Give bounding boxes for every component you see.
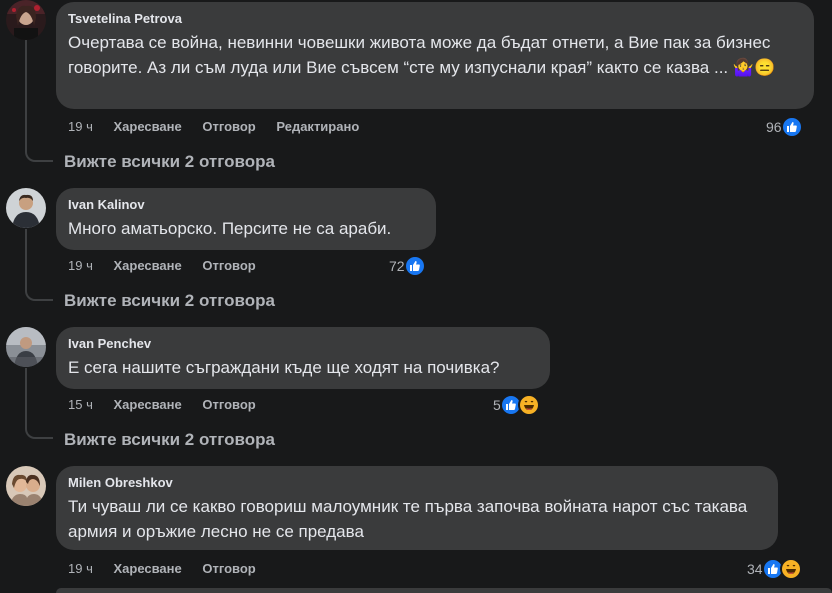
like-icon	[403, 255, 426, 277]
thread-curve	[25, 148, 53, 162]
view-replies-link[interactable]: Вижте всички 2 отговора	[64, 152, 275, 172]
avatar[interactable]	[6, 0, 46, 40]
comment-actions: 19 ч Харесване Отговор	[68, 561, 273, 577]
reaction-summary[interactable]: 5	[493, 394, 540, 416]
thread-line	[25, 368, 27, 426]
comment-text: Е сега нашите съграждани къде ще ходят н…	[68, 358, 500, 377]
comment-bubble: Ivan Kalinov Много аматьорско. Персите н…	[56, 188, 436, 250]
comment-author[interactable]: Tsvetelina Petrova	[68, 10, 802, 27]
reply-button[interactable]: Отговор	[202, 119, 255, 134]
reaction-count: 34	[747, 561, 763, 577]
reaction-summary[interactable]: 96	[766, 116, 803, 138]
reply-button[interactable]: Отговор	[202, 561, 255, 576]
reaction-count: 96	[766, 119, 782, 135]
avatar[interactable]	[6, 466, 46, 506]
reaction-summary[interactable]: 72	[389, 255, 426, 277]
comment-time[interactable]: 19 ч	[68, 119, 93, 134]
reaction-count: 72	[389, 258, 405, 274]
reply-button[interactable]: Отговор	[202, 258, 255, 273]
comment-actions: 15 ч Харесване Отговор	[68, 397, 273, 413]
comment-bubble: Ivan Penchev Е сега нашите съграждани къ…	[56, 327, 550, 389]
reply-button[interactable]: Отговор	[202, 397, 255, 412]
comment-time[interactable]: 15 ч	[68, 397, 93, 412]
avatar[interactable]	[6, 327, 46, 367]
thread-line	[25, 229, 27, 287]
like-button[interactable]: Харесване	[113, 561, 181, 576]
comment-bubble: Tsvetelina Petrova Очертава се война, не…	[56, 2, 814, 109]
comment-author[interactable]: Ivan Penchev	[68, 335, 538, 352]
avatar[interactable]	[6, 188, 46, 228]
comment-actions: 19 ч Харесване Отговор	[68, 258, 273, 274]
view-replies-link[interactable]: Вижте всички 2 отговора	[64, 430, 275, 450]
comment-text: Очертава се война, невинни човешки живот…	[68, 33, 776, 77]
comment-time[interactable]: 19 ч	[68, 561, 93, 576]
reaction-summary[interactable]: 34	[747, 558, 802, 580]
like-button[interactable]: Харесване	[113, 258, 181, 273]
comment-text: Много аматьорско. Персите не са араби.	[68, 219, 392, 238]
haha-icon	[779, 558, 802, 580]
comment-actions: 19 ч Харесване Отговор Редактирано	[68, 119, 376, 135]
comment-author[interactable]: Ivan Kalinov	[68, 196, 424, 213]
like-button[interactable]: Харесване	[113, 397, 181, 412]
haha-icon	[517, 394, 540, 416]
comment-bubble: Milen Obreshkov Ти чуваш ли се какво гов…	[56, 466, 778, 550]
edited-label: Редактирано	[276, 119, 360, 134]
thread-curve	[25, 287, 53, 301]
thread-line	[25, 40, 27, 148]
like-button[interactable]: Харесване	[113, 119, 181, 134]
thread-curve	[25, 425, 53, 439]
like-icon	[780, 116, 803, 138]
comment-author[interactable]: Milen Obreshkov	[68, 474, 766, 491]
view-replies-link[interactable]: Вижте всички 2 отговора	[64, 291, 275, 311]
comment-text: Ти чуваш ли се какво говориш малоумник т…	[68, 497, 752, 541]
next-comment-bubble-edge	[56, 588, 832, 593]
comment-time[interactable]: 19 ч	[68, 258, 93, 273]
